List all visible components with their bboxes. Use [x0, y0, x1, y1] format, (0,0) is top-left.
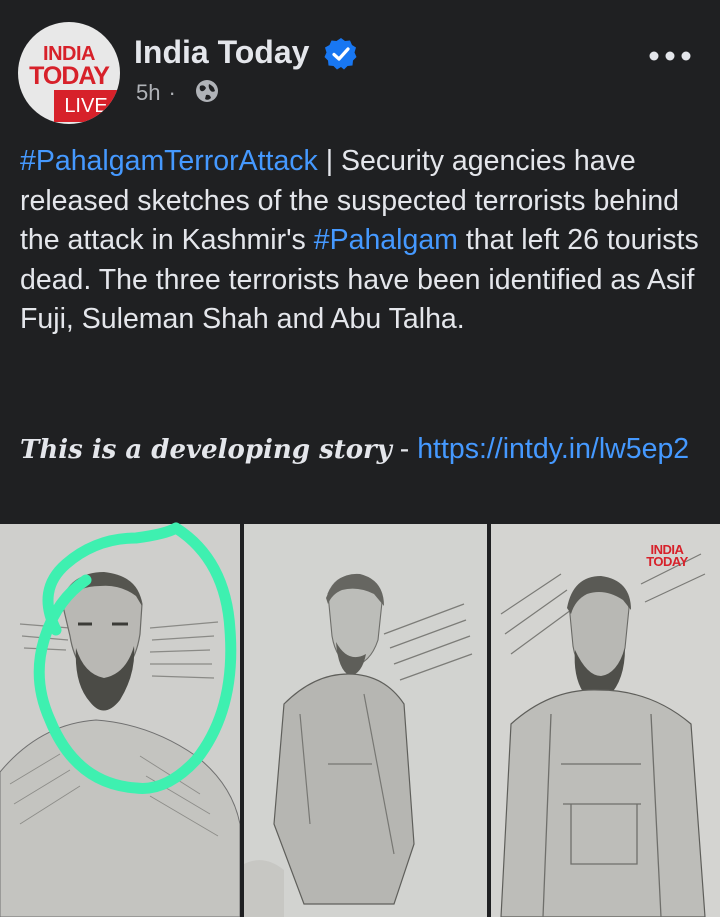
- avatar-logo-line1: INDIA: [43, 43, 95, 65]
- meta-separator: ·: [168, 80, 176, 105]
- avatar-live-badge: LIVE: [54, 90, 118, 122]
- watermark-line2: TODAY: [646, 554, 688, 569]
- sketch-image-1[interactable]: [0, 524, 240, 917]
- page-avatar[interactable]: INDIA TODAY LIVE: [18, 22, 120, 124]
- sketch-image-2[interactable]: [244, 524, 487, 917]
- page-name-link[interactable]: India Today: [134, 34, 309, 71]
- sketch-image-3[interactable]: INDIA TODAY: [491, 524, 720, 917]
- globe-icon: [196, 80, 218, 102]
- india-today-watermark: INDIA TODAY: [640, 543, 694, 569]
- avatar-logo-line2: TODAY: [29, 62, 110, 90]
- developing-story-line: This is a developing story - https://int…: [20, 430, 700, 469]
- hashtag-pahalgam-terror-attack[interactable]: #PahalgamTerrorAttack: [20, 145, 318, 177]
- verified-badge-icon: [324, 38, 357, 70]
- sketch-image-gallery[interactable]: INDIA TODAY: [0, 524, 720, 917]
- more-options-icon[interactable]: [648, 50, 692, 62]
- post-body-text: #PahalgamTerrorAttack | Security agencie…: [20, 142, 700, 340]
- story-link[interactable]: https://intdy.in/lw5ep2: [417, 433, 689, 465]
- post-meta: 5h ·: [136, 80, 184, 106]
- facebook-post: INDIA TODAY LIVE India Today 5h · #Pahalg…: [0, 0, 720, 917]
- developing-story-label: This is a developing story: [20, 435, 392, 465]
- post-timestamp[interactable]: 5h: [136, 80, 160, 105]
- developing-dash: -: [391, 433, 418, 465]
- hashtag-pahalgam[interactable]: #Pahalgam: [314, 224, 458, 256]
- post-header: INDIA TODAY LIVE India Today 5h ·: [18, 22, 702, 124]
